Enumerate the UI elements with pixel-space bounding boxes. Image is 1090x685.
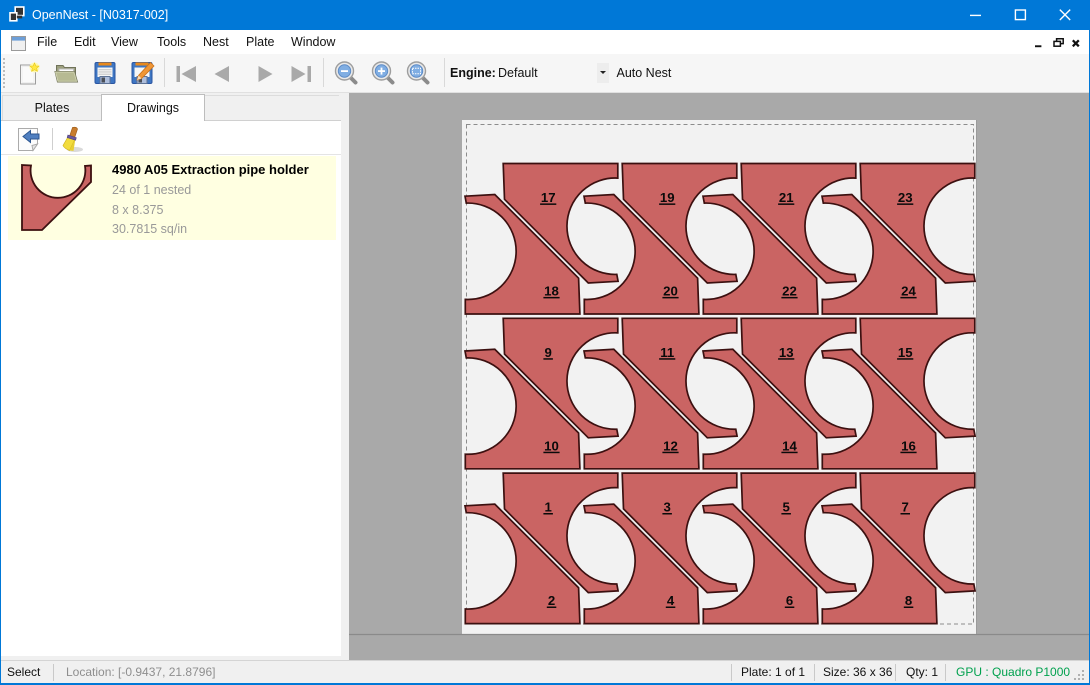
svg-text:12: 12 (663, 438, 678, 453)
svg-text:14: 14 (782, 438, 797, 453)
svg-text:9: 9 (545, 345, 552, 360)
svg-text:8: 8 (905, 593, 912, 608)
svg-text:10: 10 (544, 438, 559, 453)
svg-text:21: 21 (779, 190, 794, 205)
svg-text:6: 6 (786, 593, 793, 608)
svg-text:2: 2 (548, 593, 555, 608)
svg-text:1: 1 (545, 500, 552, 515)
svg-text:20: 20 (663, 284, 678, 299)
svg-text:4: 4 (667, 593, 675, 608)
svg-text:23: 23 (898, 190, 913, 205)
svg-text:7: 7 (902, 500, 909, 515)
svg-text:22: 22 (782, 284, 797, 299)
svg-text:3: 3 (664, 500, 671, 515)
svg-text:19: 19 (660, 190, 675, 205)
svg-text:11: 11 (660, 345, 674, 360)
svg-text:24: 24 (901, 284, 916, 299)
svg-text:15: 15 (898, 345, 913, 360)
svg-text:16: 16 (901, 438, 916, 453)
svg-text:18: 18 (544, 284, 559, 299)
svg-text:5: 5 (783, 500, 790, 515)
svg-text:17: 17 (541, 190, 556, 205)
svg-text:13: 13 (779, 345, 794, 360)
